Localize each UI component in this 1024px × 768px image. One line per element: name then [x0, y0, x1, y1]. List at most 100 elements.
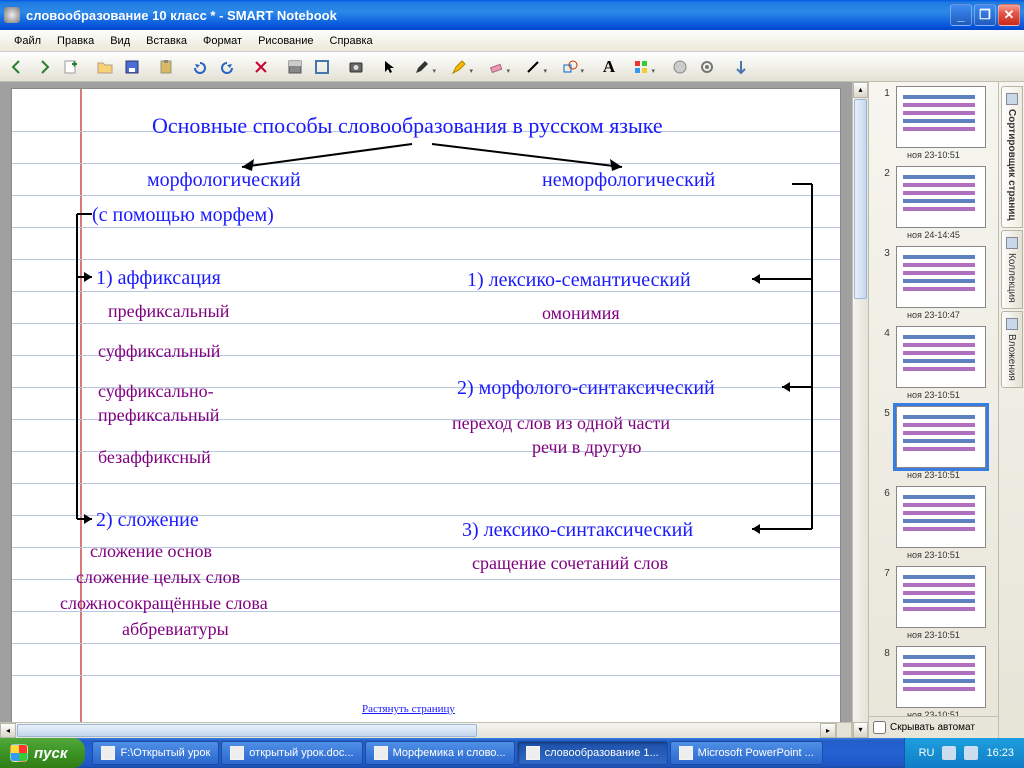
thumbnail-panel: 1 ноя 23-10:51 2 ноя 24-14:45 3 ноя 23-1… — [868, 82, 998, 738]
tb-transparency[interactable] — [667, 55, 693, 79]
toolbar: A — [0, 52, 1024, 82]
vscroll-thumb[interactable] — [854, 99, 867, 299]
task-item-3[interactable]: словообразование 1... — [517, 741, 668, 765]
thumb-img[interactable] — [896, 646, 986, 708]
task-item-4[interactable]: Microsoft PowerPoint ... — [670, 741, 823, 765]
page[interactable]: /*rules gen inline below via style eleme… — [11, 88, 841, 722]
task-label: Морфемика и слово... — [393, 747, 506, 759]
tb-delete[interactable] — [248, 55, 274, 79]
thumb-1[interactable]: 1 ноя 23-10:51 — [871, 86, 996, 160]
start-label: пуск — [34, 745, 67, 762]
tb-next[interactable] — [31, 55, 57, 79]
tb-line[interactable] — [515, 55, 551, 79]
tb-pen[interactable] — [404, 55, 440, 79]
right-2: 2) морфолого-синтаксический — [457, 377, 715, 400]
vscroll[interactable]: ▴ ▾ — [852, 82, 868, 738]
thumb-num: 6 — [881, 486, 893, 499]
left-1c2: префиксальный — [98, 405, 219, 426]
window-title: словообразование 10 класс * - SMART Note… — [26, 8, 948, 23]
minimize-button[interactable]: _ — [950, 4, 972, 26]
tb-shape[interactable] — [552, 55, 588, 79]
menu-help[interactable]: Справка — [322, 33, 381, 49]
thumb-3[interactable]: 3 ноя 23-10:47 — [871, 246, 996, 320]
tb-fullscreen[interactable] — [309, 55, 335, 79]
hscroll-thumb[interactable] — [17, 724, 477, 737]
right-1: 1) лексико-семантический — [467, 269, 691, 292]
tray-icon-1[interactable] — [942, 746, 956, 760]
thumbs-list[interactable]: 1 ноя 23-10:51 2 ноя 24-14:45 3 ноя 23-1… — [869, 82, 998, 716]
thumb-num: 2 — [881, 166, 893, 179]
thumb-5[interactable]: 5 ноя 23-10:51 — [871, 406, 996, 480]
tb-move-toolbar[interactable] — [728, 55, 754, 79]
menu-edit[interactable]: Правка — [49, 33, 102, 49]
tb-newpage[interactable] — [58, 55, 84, 79]
tb-text[interactable]: A — [596, 55, 622, 79]
right-3a: сращение сочетаний слов — [472, 553, 668, 574]
thumb-4[interactable]: 4 ноя 23-10:51 — [871, 326, 996, 400]
tab-attachments[interactable]: Вложения — [1001, 311, 1023, 388]
menu-view[interactable]: Вид — [102, 33, 138, 49]
hscroll[interactable]: ◂ ▸ — [0, 722, 852, 738]
menu-insert[interactable]: Вставка — [138, 33, 195, 49]
clock[interactable]: 16:23 — [986, 747, 1014, 759]
thumb-img[interactable] — [896, 566, 986, 628]
thumb-7[interactable]: 7 ноя 23-10:51 — [871, 566, 996, 640]
thumb-img[interactable] — [896, 486, 986, 548]
task-item-1[interactable]: открытый урок.doc... — [221, 741, 362, 765]
system-tray[interactable]: RU 16:23 — [904, 738, 1024, 768]
vscroll-up[interactable]: ▴ — [853, 82, 868, 98]
thumb-img[interactable] — [896, 86, 986, 148]
tb-color[interactable] — [623, 55, 659, 79]
task-icon — [101, 746, 115, 760]
menu-file[interactable]: Файл — [6, 33, 49, 49]
canvas-area[interactable]: /*rules gen inline below via style eleme… — [0, 82, 852, 722]
tb-shade[interactable] — [282, 55, 308, 79]
menu-draw[interactable]: Рисование — [250, 33, 321, 49]
lang-indicator[interactable]: RU — [919, 747, 935, 759]
left-2: 2) сложение — [96, 509, 199, 532]
thumb-img[interactable] — [896, 246, 986, 308]
tab-collection[interactable]: Коллекция — [1001, 230, 1023, 310]
tb-settings[interactable] — [694, 55, 720, 79]
hscroll-right[interactable]: ▸ — [820, 723, 836, 738]
hscroll-left[interactable]: ◂ — [0, 723, 16, 738]
stretch-link[interactable]: Растянуть страницу — [362, 703, 455, 715]
tb-eraser[interactable] — [478, 55, 514, 79]
hide-auto-checkbox[interactable] — [873, 721, 886, 734]
tb-redo[interactable] — [214, 55, 240, 79]
tab-sorter[interactable]: Сортировщик страниц — [1001, 86, 1023, 228]
collection-icon — [1006, 237, 1018, 249]
thumb-caption: ноя 23-10:51 — [871, 630, 996, 640]
tb-prev[interactable] — [4, 55, 30, 79]
left-1b: суффиксальный — [98, 341, 220, 362]
tb-open[interactable] — [92, 55, 118, 79]
vscroll-down[interactable]: ▾ — [853, 722, 868, 738]
start-button[interactable]: пуск — [0, 738, 85, 768]
tb-cursor[interactable] — [377, 55, 403, 79]
thumb-2[interactable]: 2 ноя 24-14:45 — [871, 166, 996, 240]
thumb-caption: ноя 23-10:51 — [871, 150, 996, 160]
titlebar: словообразование 10 класс * - SMART Note… — [0, 0, 1024, 30]
task-item-2[interactable]: Морфемика и слово... — [365, 741, 515, 765]
thumb-8[interactable]: 8 ноя 23-10:51 — [871, 646, 996, 716]
task-item-0[interactable]: F:\Открытый урок — [92, 741, 219, 765]
tray-icon-2[interactable] — [964, 746, 978, 760]
tab-sorter-label: Сортировщик страниц — [1006, 109, 1017, 221]
tb-marker[interactable] — [441, 55, 477, 79]
tb-undo[interactable] — [187, 55, 213, 79]
right-1a: омонимия — [542, 303, 620, 324]
menu-format[interactable]: Формат — [195, 33, 250, 49]
thumb-caption: ноя 23-10:51 — [871, 470, 996, 480]
close-button[interactable]: ✕ — [998, 4, 1020, 26]
thumb-6[interactable]: 6 ноя 23-10:51 — [871, 486, 996, 560]
tb-capture[interactable] — [343, 55, 369, 79]
thumb-img[interactable] — [896, 326, 986, 388]
thumb-img[interactable] — [896, 406, 986, 468]
right-head: неморфологический — [542, 169, 715, 192]
maximize-button[interactable]: ❐ — [974, 4, 996, 26]
tb-paste[interactable] — [153, 55, 179, 79]
tb-save[interactable] — [119, 55, 145, 79]
thumb-num: 7 — [881, 566, 893, 579]
left-1a: префиксальный — [108, 301, 229, 322]
thumb-img[interactable] — [896, 166, 986, 228]
